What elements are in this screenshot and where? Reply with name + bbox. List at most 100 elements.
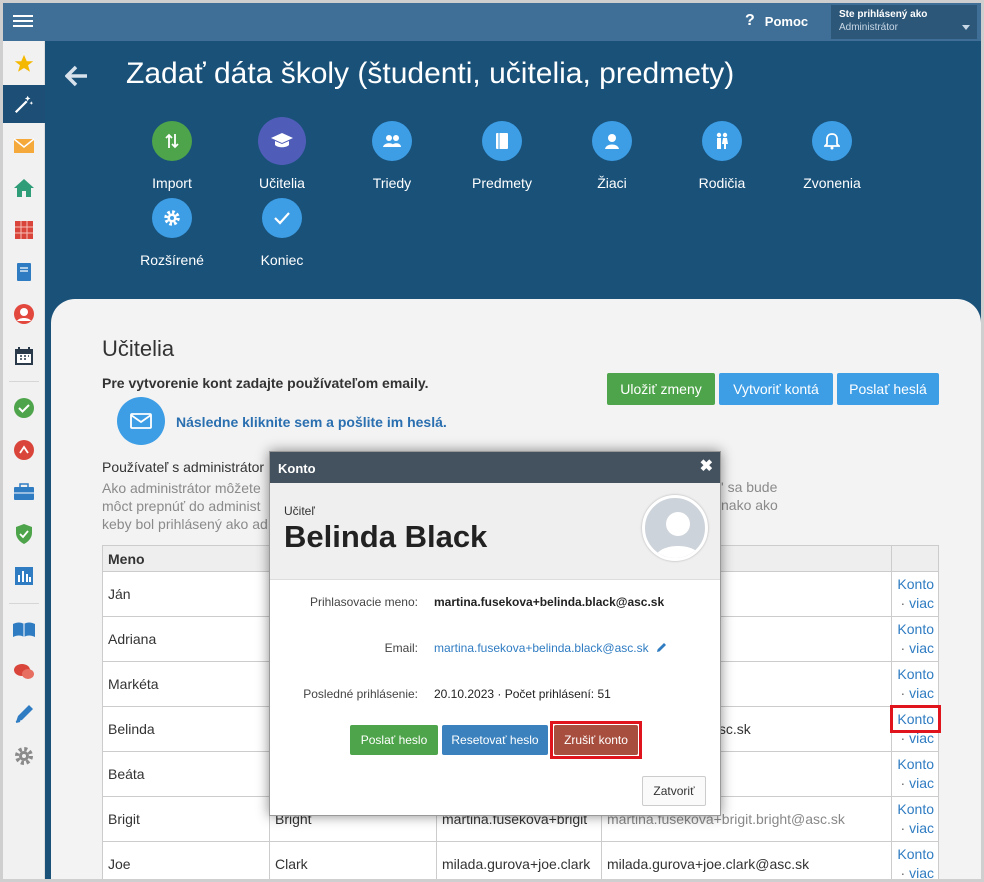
person-icon: [592, 121, 632, 161]
send-passwords-button[interactable]: Poslať heslá: [837, 373, 939, 405]
help-label: Pomoc: [764, 13, 809, 29]
timetable-icon[interactable]: [3, 211, 45, 249]
actions-cell: Konto · viac: [891, 661, 939, 707]
more-link[interactable]: viac: [909, 685, 934, 701]
actions-cell: Konto · viac: [891, 841, 939, 879]
gear-icon: [152, 198, 192, 238]
back-arrow-icon[interactable]: [64, 65, 89, 92]
step-parents[interactable]: Rodičia: [667, 121, 777, 191]
user-name: Belinda Black: [284, 519, 488, 554]
actions-cell: Konto · viac: [891, 751, 939, 797]
column-header: [891, 545, 939, 572]
book-icon: [482, 121, 522, 161]
account-link[interactable]: Konto: [897, 801, 934, 817]
step-subjects[interactable]: Predmety: [447, 121, 557, 191]
account-link[interactable]: Konto: [897, 756, 934, 772]
check-icon: [262, 198, 302, 238]
step-import[interactable]: Import: [117, 121, 227, 191]
section-title: Učitelia: [102, 336, 175, 361]
last-name-cell[interactable]: Clark: [269, 841, 437, 879]
account-link[interactable]: Konto: [897, 621, 934, 637]
more-link[interactable]: viac: [909, 640, 934, 656]
step-bells[interactable]: Zvonenia: [777, 121, 887, 191]
first-name-cell[interactable]: Ján: [102, 571, 270, 617]
create-accounts-button[interactable]: Vytvoriť kontá: [719, 373, 833, 405]
notebook-icon[interactable]: [3, 253, 45, 291]
user-role: Administrátor: [839, 22, 898, 33]
step-advanced[interactable]: Rozšírené: [117, 198, 227, 268]
first-name-cell[interactable]: Joe: [102, 841, 270, 879]
briefcase-icon[interactable]: [3, 473, 45, 511]
step-teachers[interactable]: Učitelia: [227, 117, 337, 191]
chevron-down-icon: [962, 25, 970, 30]
chart-icon[interactable]: [3, 557, 45, 595]
pen-icon[interactable]: [3, 695, 45, 733]
step-students[interactable]: Žiaci: [557, 121, 667, 191]
close-icon[interactable]: ✖: [700, 459, 713, 475]
first-name-cell[interactable]: Beáta: [102, 751, 270, 797]
actions-cell: Konto · viac: [891, 571, 939, 617]
login-label: Prihlasovacie meno:: [309, 595, 418, 609]
menu-icon[interactable]: [13, 12, 33, 30]
user-menu[interactable]: Ste prihlásený ako Administrátor: [831, 5, 977, 39]
account-link[interactable]: Konto: [897, 576, 934, 592]
email-text[interactable]: martina.fusekova+belinda.black@asc.sk: [434, 641, 649, 655]
more-link[interactable]: viac: [909, 865, 934, 879]
send-passwords-link[interactable]: Následne kliknite sem a pošlite im heslá…: [176, 414, 447, 430]
first-name-cell[interactable]: Adriana: [102, 616, 270, 662]
home-icon[interactable]: [3, 169, 45, 207]
page-title: Zadať dáta školy (študenti, učitelia, pr…: [126, 57, 735, 90]
first-name-cell[interactable]: Brigit: [102, 796, 270, 842]
avatar: [642, 495, 708, 561]
email-value[interactable]: martina.fusekova+belinda.black@asc.sk: [434, 641, 667, 655]
send-password-button[interactable]: Poslať heslo: [350, 725, 438, 755]
save-changes-button[interactable]: Uložiť zmeny: [607, 373, 715, 405]
step-label: Učitelia: [259, 175, 305, 191]
step-label: Koniec: [260, 252, 304, 268]
first-name-cell[interactable]: Belinda: [102, 706, 270, 752]
app-window: ? Pomoc Ste prihlásený ako Administrátor: [0, 0, 984, 882]
more-link[interactable]: viac: [909, 775, 934, 791]
chat-icon[interactable]: [3, 653, 45, 691]
sidebar: [3, 41, 45, 879]
highlight-box: [890, 705, 941, 733]
step-label: Predmety: [472, 175, 532, 191]
mail-icon[interactable]: [117, 397, 165, 445]
attendance-icon[interactable]: [3, 431, 45, 469]
family-icon: [702, 121, 742, 161]
close-button[interactable]: Zatvoriť: [642, 776, 706, 806]
account-link[interactable]: Konto: [897, 666, 934, 682]
edit-pencil-icon[interactable]: [656, 642, 667, 653]
star-icon[interactable]: [3, 45, 45, 83]
wand-icon[interactable]: [3, 85, 45, 123]
column-header: Meno: [102, 545, 270, 572]
calendar-icon[interactable]: [3, 337, 45, 375]
email-label: Email:: [384, 641, 418, 655]
user-role: Učiteľ: [284, 504, 315, 518]
book-icon[interactable]: [3, 611, 45, 649]
reset-password-button[interactable]: Resetovať heslo: [442, 725, 548, 755]
login-value: martina.fusekova+belinda.black@asc.sk: [434, 595, 665, 609]
mail-icon[interactable]: [3, 127, 45, 165]
login-cell[interactable]: milada.gurova+joe.clark: [436, 841, 602, 879]
step-finish[interactable]: Koniec: [227, 198, 337, 268]
email-cell[interactable]: milada.gurova+joe.clark@asc.sk: [601, 841, 892, 879]
step-label: Triedy: [372, 175, 412, 191]
admin-description-tail: ' sa bude: [721, 479, 778, 495]
gear-icon[interactable]: [3, 737, 45, 775]
first-name-cell[interactable]: Markéta: [102, 661, 270, 707]
import-icon: [152, 121, 192, 161]
step-label: Rodičia: [698, 175, 746, 191]
more-link[interactable]: viac: [909, 595, 934, 611]
top-bar: ? Pomoc Ste prihlásený ako Administrátor: [3, 3, 981, 41]
help-button[interactable]: ? Pomoc: [745, 12, 808, 30]
shield-icon[interactable]: [3, 515, 45, 553]
check-icon[interactable]: [3, 389, 45, 427]
instruction-text: Pre vytvorenie kont zadajte používateľom…: [102, 375, 429, 391]
account-link[interactable]: Konto: [897, 846, 934, 862]
step-classes[interactable]: Triedy: [337, 121, 447, 191]
last-login-label: Posledné prihlásenie:: [303, 687, 418, 701]
more-link[interactable]: viac: [909, 820, 934, 836]
user-circle-icon[interactable]: [3, 295, 45, 333]
admin-description-tail: nako ako: [721, 497, 778, 513]
